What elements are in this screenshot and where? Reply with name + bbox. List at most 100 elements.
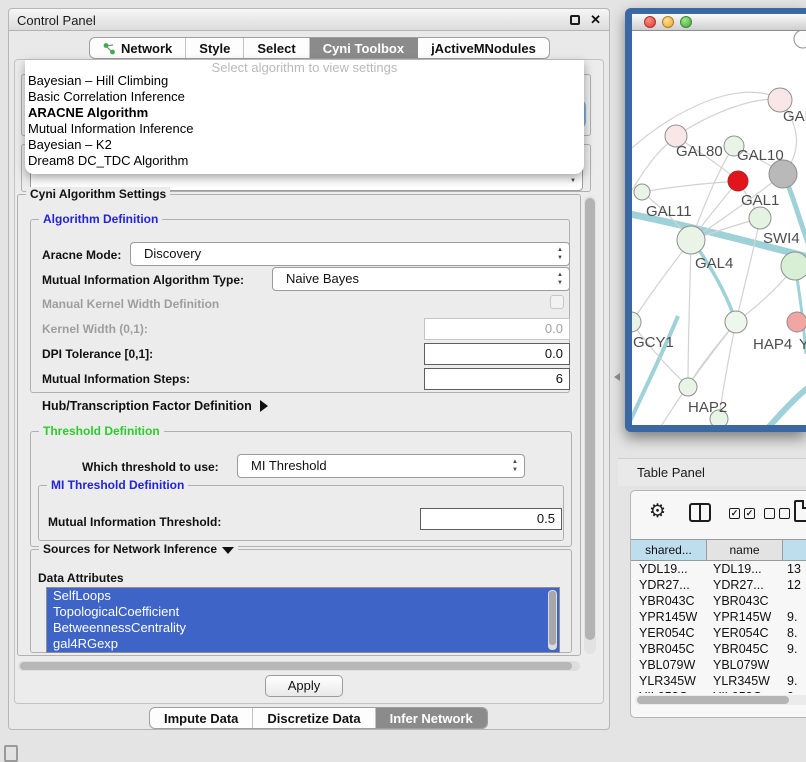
data-attributes-label: Data Attributes [38, 571, 124, 585]
which-threshold-combobox[interactable]: MI Threshold ▲▼ [237, 454, 525, 478]
select-all-columns-icon[interactable]: ✓✓ [729, 508, 755, 519]
column-header-shared-name[interactable]: shared... [631, 540, 707, 560]
network-node[interactable] [781, 252, 806, 280]
network-window-titlebar [632, 14, 806, 31]
tab-discretize-data[interactable]: Discretize Data [253, 708, 375, 728]
network-node[interactable] [787, 312, 806, 332]
table-row[interactable]: YDR27...YDR27...12 [631, 577, 806, 593]
network-node[interactable] [794, 31, 806, 48]
tab-jactivemnodules[interactable]: jActiveMNodules [418, 38, 549, 58]
table-row[interactable]: YDL19...YDL19...13 [631, 561, 806, 577]
threshold-definition-group: Threshold Definition Which threshold to … [30, 431, 572, 547]
table-row[interactable]: YLR345WYLR345W9. [631, 673, 806, 689]
attribute-item[interactable]: gal4RGexp [47, 636, 559, 652]
table-row[interactable]: YIL052CYIL052C0 [631, 689, 806, 693]
table-row[interactable]: YPR145WYPR145W9. [631, 609, 806, 625]
kernel-width-field: 0.0 [424, 318, 570, 340]
node-label: GAL80 [676, 143, 723, 160]
tab-label: Select [257, 41, 295, 56]
dropdown-item[interactable]: Dream8 DC_TDC Algorithm [27, 153, 582, 169]
tab-label: Cyni Toolbox [323, 41, 404, 56]
algorithm-definition-group: Algorithm Definition Aracne Mode: Discov… [30, 219, 570, 393]
data-attributes-list: SelfLoops TopologicalCoefficient Between… [46, 587, 560, 653]
network-node-selected[interactable] [728, 171, 748, 191]
settings-hscrollbar[interactable] [18, 661, 580, 671]
mi-threshold-label: Mutual Information Threshold: [48, 515, 221, 529]
aracne-mode-combobox[interactable]: Discovery ▲▼ [130, 242, 570, 266]
zoom-traffic-light-icon[interactable] [680, 16, 692, 28]
network-node[interactable] [677, 226, 705, 254]
tab-select[interactable]: Select [244, 38, 309, 58]
mi-steps-field[interactable]: 6 [424, 368, 570, 390]
new-table-icon[interactable] [794, 500, 806, 522]
tab-label: Style [199, 41, 230, 56]
combo-value: MI Threshold [251, 458, 327, 473]
settings-scrollbar[interactable] [584, 196, 596, 654]
table-hscrollbar[interactable] [635, 695, 806, 705]
close-traffic-light-icon[interactable] [644, 16, 656, 28]
tab-impute-data[interactable]: Impute Data [150, 708, 253, 728]
table-panel-title: Table Panel [637, 465, 705, 480]
tab-infer-network[interactable]: Infer Network [376, 708, 487, 728]
tab-label: jActiveMNodules [431, 41, 536, 56]
hub-tf-section-toggle[interactable]: Hub/Transcription Factor Definition [42, 399, 268, 413]
dropdown-item[interactable]: Bayesian – Hill Climbing [27, 73, 582, 89]
minimize-traffic-light-icon[interactable] [662, 16, 674, 28]
column-header-name[interactable]: name [707, 540, 783, 560]
group-title: Threshold Definition [39, 424, 164, 438]
float-window-icon[interactable] [570, 15, 580, 25]
mi-algorithm-type-combobox[interactable]: Naive Bayes ▲▼ [272, 267, 570, 291]
node-label: GAL10 [737, 147, 784, 164]
network-node[interactable] [632, 312, 641, 332]
group-title: Algorithm Definition [39, 212, 162, 226]
node-label: GAL [783, 108, 806, 125]
close-icon[interactable]: ✕ [590, 12, 601, 28]
dropdown-item[interactable]: Bayesian – K2 [27, 137, 582, 153]
column-layout-icon[interactable] [689, 503, 711, 522]
attribute-item[interactable]: TopologicalCoefficient [47, 604, 559, 620]
dropdown-item[interactable]: Mutual Information Inference [27, 121, 582, 137]
tab-network[interactable]: Network [90, 38, 186, 58]
network-node[interactable] [679, 378, 697, 396]
algorithm-dropdown-popup: Select algorithm to view settings Bayesi… [25, 60, 584, 174]
node-label: GAL4 [695, 255, 733, 272]
attribute-item[interactable]: BetweennessCentrality [47, 620, 559, 636]
network-node[interactable] [634, 184, 650, 200]
table-row[interactable]: YBL079WYBL079W [631, 657, 806, 673]
deselect-all-columns-icon[interactable] [764, 508, 790, 519]
tab-label: Network [121, 41, 172, 56]
panel-title: Control Panel [17, 13, 96, 28]
tab-style[interactable]: Style [186, 38, 244, 58]
collapsed-panel-icon[interactable] [4, 745, 18, 762]
aracne-mode-label: Aracne Mode: [42, 248, 121, 262]
expand-right-icon [260, 400, 268, 412]
table-row[interactable]: YBR045CYBR045C9. [631, 641, 806, 657]
network-graph [632, 31, 806, 425]
tab-cyni-toolbox[interactable]: Cyni Toolbox [310, 38, 418, 58]
dropdown-item[interactable]: Basic Correlation Inference [27, 89, 582, 105]
table-row[interactable]: YER054CYER054C8. [631, 625, 806, 641]
attribute-item[interactable]: SelfLoops [47, 588, 559, 604]
node-label: Y [799, 336, 806, 353]
network-node[interactable] [769, 160, 797, 188]
settings-gear-icon[interactable]: ⚙ [649, 501, 666, 523]
group-title: MI Threshold Definition [47, 478, 188, 492]
dropdown-item-selected[interactable]: ARACNE Algorithm [27, 105, 582, 121]
column-header-partial[interactable] [783, 540, 806, 560]
network-node[interactable] [725, 311, 747, 333]
mi-steps-label: Mutual Information Steps: [42, 372, 190, 386]
splitter-collapse-icon[interactable] [614, 373, 620, 381]
list-scrollbar[interactable] [548, 590, 557, 650]
dpi-tolerance-field[interactable]: 0.0 [424, 343, 570, 365]
node-group [632, 31, 806, 425]
combo-stepper-icon: ▲▼ [557, 271, 563, 287]
sources-section-toggle[interactable]: Sources for Network Inference [39, 542, 238, 556]
table-row[interactable]: YBR043CYBR043C [631, 593, 806, 609]
apply-button[interactable]: Apply [265, 675, 343, 697]
network-canvas[interactable]: GAL GAL80 GAL10 GAL1 GAL11 SWI4 GAL4 GCY… [632, 31, 806, 425]
network-node[interactable] [749, 207, 771, 229]
table-browser-window: ⚙ ✓✓ shared... name YDL19...YDL19...13 Y… [630, 490, 806, 718]
node-label: SWI4 [763, 230, 800, 247]
group-title: Cyni Algorithm Settings [26, 187, 170, 201]
mi-threshold-field[interactable]: 0.5 [420, 508, 562, 530]
